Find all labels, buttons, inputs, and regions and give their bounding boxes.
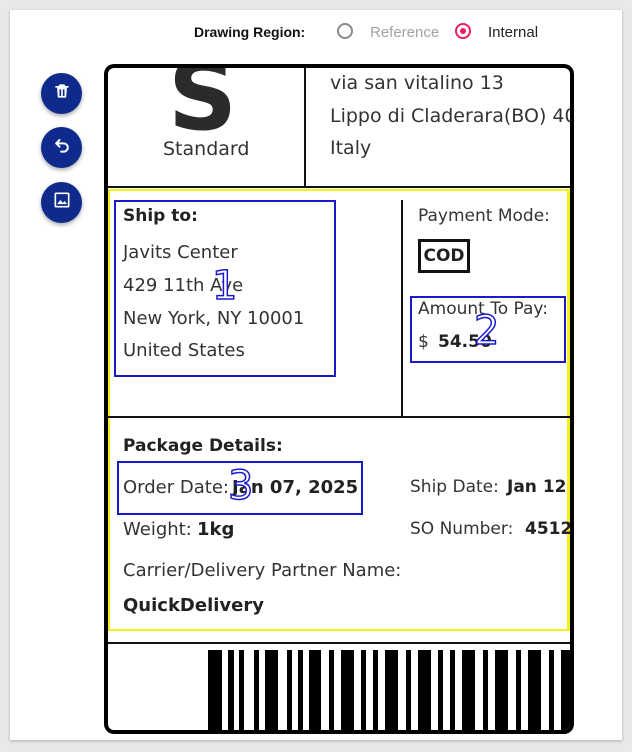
- internal-radio[interactable]: [455, 23, 471, 39]
- divider: [108, 642, 570, 644]
- undo-icon: [52, 135, 72, 160]
- barcode-bar: [483, 650, 488, 730]
- so-number-value: 4512: [525, 519, 570, 539]
- region-number-1: 1: [211, 263, 238, 309]
- highlight-border: [108, 629, 570, 631]
- barcode-bar: [373, 650, 378, 730]
- region-number-3: 3: [227, 463, 254, 509]
- barcode-bar: [254, 650, 259, 730]
- from-address-line-2: Lippo di Claderara(BO) 400: [330, 105, 570, 127]
- barcode-bar: [287, 650, 292, 730]
- barcode-bar: [239, 650, 244, 730]
- divider: [108, 186, 570, 188]
- shipping-label: S Standard via san vitalino 13 Lippo di …: [108, 68, 570, 730]
- divider: [108, 416, 570, 418]
- reference-radio-label[interactable]: Reference: [370, 24, 439, 41]
- divider: [304, 68, 306, 186]
- barcode-bar: [385, 650, 398, 730]
- shipping-label-image: S Standard via san vitalino 13 Lippo di …: [104, 64, 574, 734]
- undo-button[interactable]: [41, 127, 82, 168]
- barcode-bar: [462, 650, 475, 730]
- carrier-value: QuickDelivery: [123, 595, 264, 616]
- image-icon: [52, 190, 72, 215]
- divider: [401, 200, 403, 418]
- drawing-region-label: Drawing Region:: [194, 24, 306, 40]
- drawing-panel: Drawing Region: Reference Internal S Sta…: [10, 10, 622, 740]
- so-number-label: SO Number:: [410, 519, 514, 539]
- drawing-region-bar: Drawing Region: Reference Internal: [10, 10, 622, 54]
- region-number-2: 2: [473, 308, 500, 354]
- barcode-bar: [298, 650, 303, 730]
- barcode-bar: [361, 650, 366, 730]
- barcode: [208, 650, 570, 730]
- highlight-border: [567, 189, 570, 631]
- reference-radio[interactable]: [337, 23, 353, 39]
- barcode-bar: [516, 650, 521, 730]
- payment-mode-label: Payment Mode:: [418, 206, 550, 226]
- barcode-bar: [561, 650, 570, 730]
- barcode-bar: [528, 650, 541, 730]
- barcode-bar: [450, 650, 455, 730]
- barcode-bar: [341, 650, 354, 730]
- internal-radio-label[interactable]: Internal: [488, 24, 538, 41]
- delete-button[interactable]: [41, 73, 82, 114]
- barcode-bar: [208, 650, 222, 730]
- barcode-bar: [309, 650, 321, 730]
- from-address-line-3: Italy: [330, 137, 372, 159]
- carrier-label: Carrier/Delivery Partner Name:: [123, 560, 402, 581]
- trash-icon: [52, 81, 72, 106]
- highlight-border: [108, 189, 110, 631]
- barcode-bar: [406, 650, 411, 730]
- barcode-bar: [418, 650, 431, 730]
- package-details-heading: Package Details:: [123, 436, 283, 456]
- highlight-border: [108, 189, 570, 191]
- barcode-bar: [438, 650, 443, 730]
- weight-value: 1kg: [197, 519, 235, 540]
- from-address-line-1: via san vitalino 13: [330, 72, 504, 94]
- service-name: Standard: [163, 138, 250, 160]
- ship-date-label: Ship Date:: [410, 477, 499, 497]
- barcode-bar: [495, 650, 508, 730]
- barcode-bar: [265, 650, 278, 730]
- image-button[interactable]: [41, 182, 82, 223]
- barcode-bar: [329, 650, 334, 730]
- ship-date-value: Jan 12: [507, 477, 567, 497]
- weight-label: Weight:: [123, 519, 192, 540]
- barcode-bar: [228, 650, 234, 730]
- barcode-bar: [549, 650, 554, 730]
- payment-mode-badge: COD: [418, 239, 470, 273]
